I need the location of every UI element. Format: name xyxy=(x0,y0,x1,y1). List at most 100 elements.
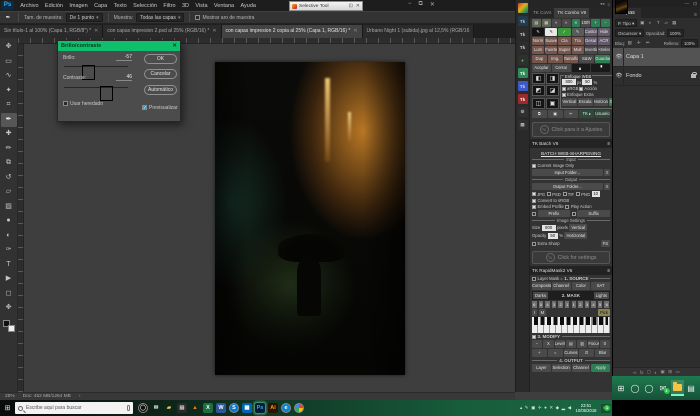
link-layers-icon[interactable]: ∞ xyxy=(633,370,636,375)
shape-tool[interactable]: ◻ xyxy=(1,287,17,302)
doc-tab-3-active[interactable]: con capas impresion 2 copia al 25% (Capa… xyxy=(222,25,363,38)
adjustment-layer-icon[interactable]: ◐ xyxy=(654,370,657,375)
tray-x-icon[interactable]: ✕ xyxy=(549,405,553,411)
visibility-eye-icon[interactable]: 👁 xyxy=(615,67,624,85)
show-ring-checkbox[interactable]: Mostrar aro de muestra xyxy=(195,15,254,21)
batch-horizontal-button[interactable]: Horizontal xyxy=(564,232,587,239)
hide-button[interactable]: Hide xyxy=(598,28,610,36)
tray-shield-icon[interactable]: ◆ xyxy=(556,405,559,411)
minimize-icon[interactable]: — xyxy=(685,1,690,6)
taskbar-search[interactable]: Escribe aquí para buscar xyxy=(15,402,133,414)
zoom-100-button[interactable]: 100% xyxy=(581,19,590,27)
preview-checkbox[interactable]: Previsualizar xyxy=(142,105,178,111)
plus-button[interactable]: + xyxy=(532,349,547,357)
mask-key-button[interactable]: 4 xyxy=(545,301,551,308)
app-explorer[interactable]: ▰ xyxy=(164,403,174,413)
output-layer-button[interactable]: Layer xyxy=(532,364,551,372)
quick-selection-tool[interactable]: ✦ xyxy=(1,84,17,99)
app-skype[interactable]: S xyxy=(229,403,239,413)
lock-transparency-icon[interactable]: ▨ xyxy=(626,40,633,46)
format-jpg[interactable]: JPG xyxy=(532,192,545,197)
cut-button[interactable]: ✂ xyxy=(564,110,579,118)
app-vlc[interactable]: ▲ xyxy=(190,403,200,413)
app-store[interactable]: ▦ xyxy=(242,403,252,413)
menu-item[interactable]: Edición xyxy=(42,3,66,9)
eyedropper-tool[interactable]: ✒ xyxy=(1,113,17,128)
mask-key-button[interactable]: 5 xyxy=(539,301,545,308)
color-swatches[interactable] xyxy=(3,320,15,332)
tk-gear-icon[interactable]: ⚙ xyxy=(518,107,528,117)
blend-tra-button[interactable]: Tra xyxy=(572,37,584,45)
close-icon[interactable]: ✕ xyxy=(430,1,435,8)
app-edge[interactable]: e xyxy=(281,403,291,413)
tk-panel-icon-6[interactable]: Tk xyxy=(518,94,528,104)
start-button[interactable]: ⊞ xyxy=(615,380,628,396)
cerrar-button[interactable]: Cerrar xyxy=(552,64,571,72)
batch-vertical-button[interactable]: Vertical xyxy=(569,224,587,231)
layer-thumbnail[interactable] xyxy=(615,0,628,14)
brush-check-button[interactable]: ✓ xyxy=(558,28,570,36)
doc-tab-4[interactable]: Urbano Night 1 (subida).jpg al 12,5% (RG… xyxy=(363,25,475,38)
tab-close-icon[interactable]: ✕ xyxy=(94,25,98,38)
output-channel-button[interactable]: Channel xyxy=(572,364,591,372)
menu-item[interactable]: Archivo xyxy=(17,3,42,9)
restore-icon[interactable]: ⊡ xyxy=(349,3,353,9)
dialog-close-icon[interactable]: ✕ xyxy=(172,43,177,49)
file-explorer-app[interactable] xyxy=(671,380,684,396)
app-word[interactable]: W xyxy=(216,403,226,413)
add-mask-icon[interactable]: ◻ xyxy=(647,369,651,375)
layer-style-icon[interactable]: fx xyxy=(640,370,644,375)
blend-super-button[interactable]: Super xyxy=(558,46,570,54)
cancel-button[interactable]: Cancelar xyxy=(144,69,177,79)
dot-button[interactable]: ⊡ xyxy=(579,349,594,357)
task-view-icon[interactable]: ◯ xyxy=(643,380,656,396)
brush-white-button[interactable]: ✎ xyxy=(545,28,557,36)
sample-layers-dropdown[interactable]: Todas las capas▾ xyxy=(136,13,184,22)
batch-opacity-field[interactable]: 50 xyxy=(548,233,558,239)
blend-norm-button[interactable]: Norm xyxy=(532,37,544,45)
levels-button[interactable]: Levels xyxy=(555,340,565,348)
i-button[interactable]: I xyxy=(532,309,537,316)
app-cortana[interactable]: ◯ xyxy=(138,403,148,413)
filter-smart-icon[interactable]: ▦ xyxy=(671,20,678,26)
escala-button[interactable]: Escala xyxy=(578,98,593,106)
delete-layer-icon[interactable]: ▭ xyxy=(675,369,679,375)
new-doc-button[interactable]: ▦ xyxy=(542,19,551,27)
current-image-checkbox[interactable] xyxy=(532,164,536,168)
new-layer-icon[interactable]: ⊞ xyxy=(668,369,672,375)
tray-pen-icon[interactable]: ✎ xyxy=(525,405,529,411)
m-button[interactable]: M xyxy=(539,309,547,316)
zoom-out-button[interactable]: − xyxy=(601,19,610,27)
pen-tool[interactable]: ✑ xyxy=(1,243,17,258)
close-icon[interactable]: ✕ xyxy=(356,3,360,9)
blend-suave-button[interactable]: Suave xyxy=(545,37,557,45)
layer-filter-dropdown[interactable]: P. Tipo ▾ xyxy=(615,19,637,27)
focus-button[interactable]: Focus xyxy=(588,340,598,348)
tray-up-icon[interactable]: ▴ xyxy=(520,405,522,411)
app-mail[interactable]: ✉ xyxy=(151,403,161,413)
lasso-tool[interactable]: ∿ xyxy=(1,69,17,84)
usuario-menu-button[interactable]: Usuario ▸ xyxy=(595,110,610,118)
canvas-image[interactable] xyxy=(215,62,405,375)
tray-plus-icon[interactable]: ✛ xyxy=(538,405,542,411)
invertir-button[interactable]: Invertir xyxy=(585,46,597,54)
clear-output-button[interactable]: X xyxy=(604,183,610,190)
opacity-dropdown[interactable]: 100% xyxy=(667,29,684,37)
mask-button-6[interactable]: ▣ xyxy=(546,98,559,109)
filter-pixel-icon[interactable]: ▣ xyxy=(639,20,646,26)
app-illustrator[interactable]: Ai xyxy=(268,403,278,413)
lights-dropdown[interactable]: Lights xyxy=(594,292,609,299)
layer-row-capa1[interactable]: 👁 Capa 1 xyxy=(613,48,700,67)
tk-panel-icon-3[interactable]: Tk xyxy=(518,42,528,52)
mask-button-3[interactable]: ◩ xyxy=(532,85,545,96)
menu-item[interactable]: Vista xyxy=(192,3,211,9)
group-layers-icon[interactable]: ▣ xyxy=(660,369,664,375)
close-doc-button[interactable]: ✕ xyxy=(572,19,581,27)
collapse-icon[interactable]: ◂◂ xyxy=(600,1,605,7)
tray-volume-icon[interactable]: ◀ xyxy=(568,405,571,411)
status-chevron-icon[interactable]: › xyxy=(79,394,81,399)
mask-key-button[interactable]: 5 xyxy=(598,301,604,308)
fill-dropdown[interactable]: 100% xyxy=(681,39,698,47)
visibility-eye-icon[interactable]: 👁 xyxy=(615,48,624,66)
curves-button[interactable]: Curves xyxy=(564,349,579,357)
